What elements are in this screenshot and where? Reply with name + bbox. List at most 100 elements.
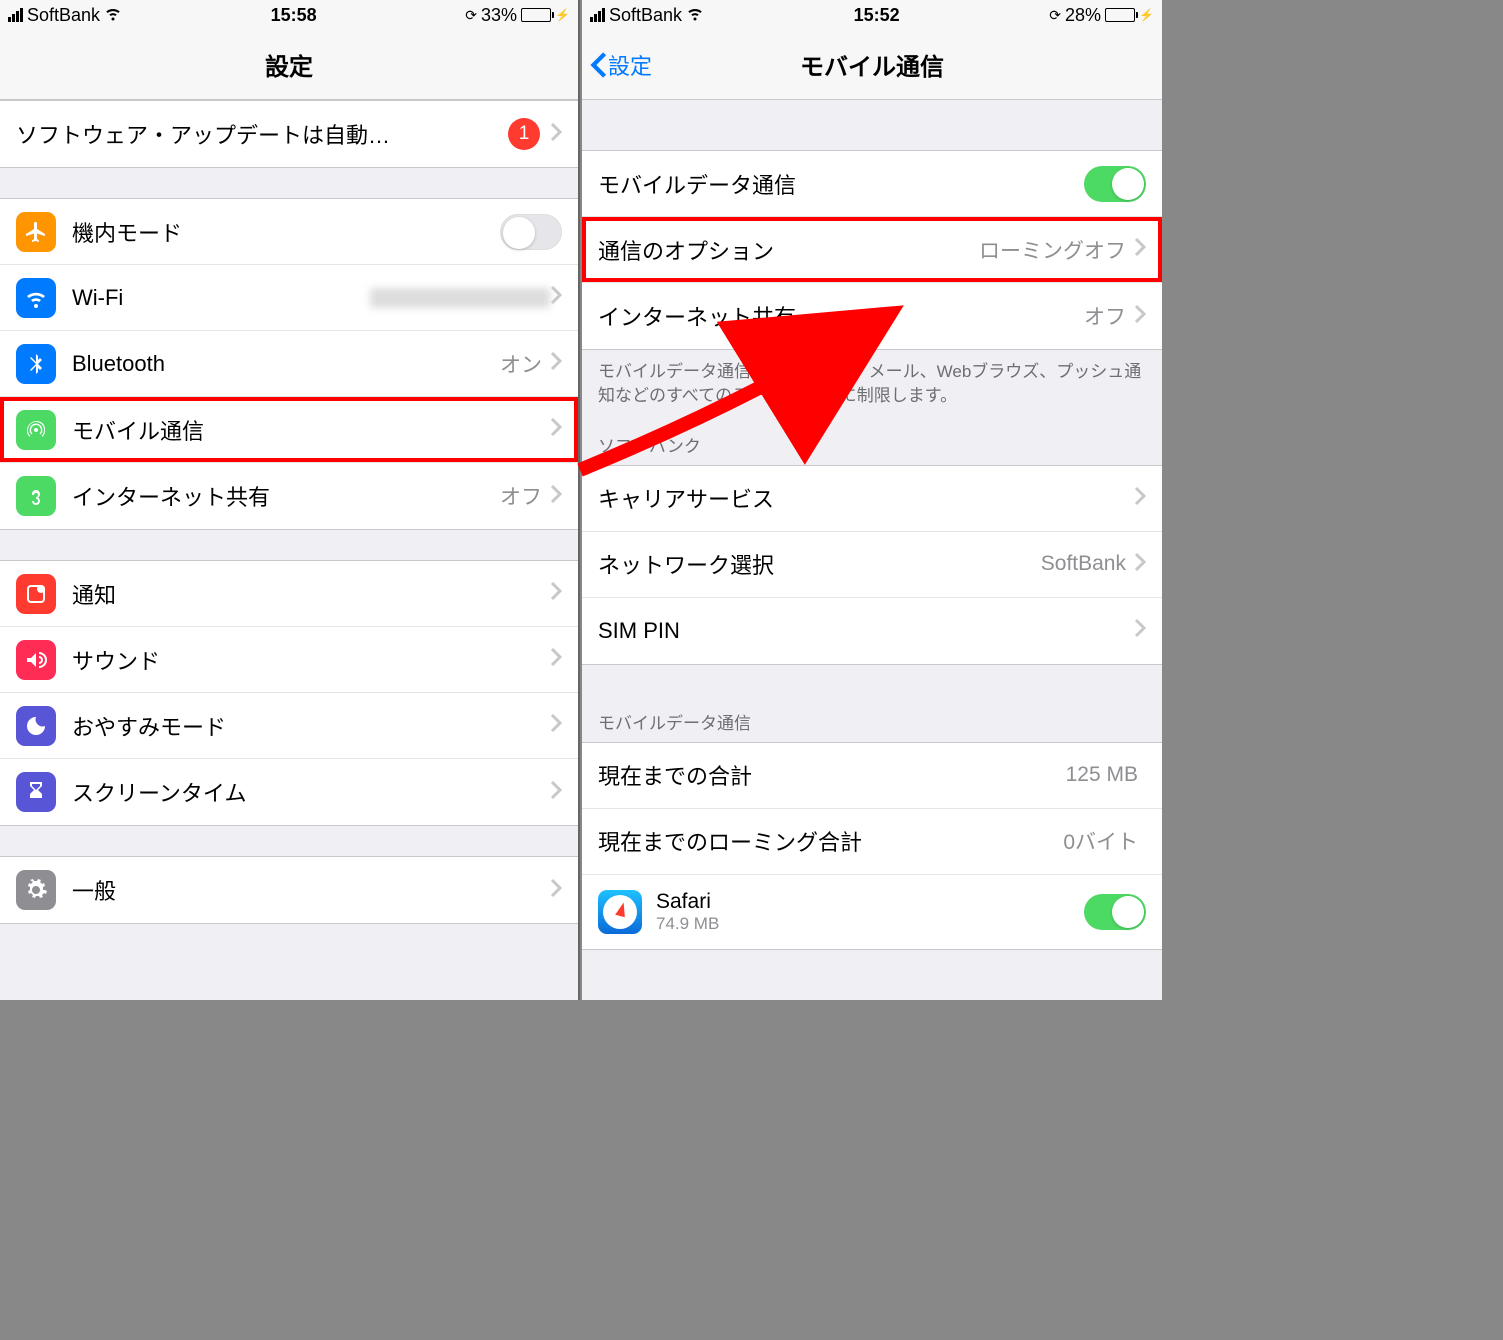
chevron-right-icon [1134, 486, 1146, 511]
orientation-lock-icon: ⟳ [1049, 7, 1061, 24]
gear-icon [16, 870, 56, 910]
settings-screen: SoftBank 15:58 ⟳ 33% ⚡ 設定 ソフトウェア・アップデートは… [0, 0, 580, 1000]
airplane-icon [16, 212, 56, 252]
moon-icon [16, 706, 56, 746]
roaming-total-value: 0バイト [1063, 826, 1138, 856]
safari-data-row[interactable]: Safari 74.9 MB [582, 875, 1162, 949]
data-options-value: ローミングオフ [979, 235, 1126, 265]
chevron-right-icon [550, 581, 562, 606]
chevron-right-icon [1134, 552, 1146, 577]
airplane-toggle[interactable] [500, 214, 562, 250]
cellular-row[interactable]: モバイル通信 [0, 397, 578, 463]
chevron-right-icon [1134, 304, 1146, 329]
total-data-value: 125 MB [1066, 763, 1138, 787]
sound-label: サウンド [72, 644, 550, 676]
clock-label: 15:52 [854, 5, 900, 26]
sound-icon [16, 640, 56, 680]
battery-icon [1105, 8, 1135, 22]
wifi-status-icon [104, 4, 122, 27]
cellular-label: モバイル通信 [72, 414, 550, 446]
screentime-label: スクリーンタイム [72, 776, 550, 808]
roaming-total-row: 現在までのローミング合計 0バイト [582, 809, 1162, 875]
hotspot-row[interactable]: インターネット共有 オフ [0, 463, 578, 529]
chevron-right-icon [550, 647, 562, 672]
page-title: 設定 [265, 47, 313, 82]
hourglass-icon [16, 772, 56, 812]
general-row[interactable]: 一般 [0, 857, 578, 923]
notifications-icon [16, 574, 56, 614]
total-data-row: 現在までの合計 125 MB [582, 743, 1162, 809]
nav-bar: 設定 [0, 30, 578, 100]
chevron-right-icon [550, 351, 562, 376]
chevron-right-icon [550, 285, 562, 310]
section-header-softbank: ソフトバンク [582, 418, 1162, 465]
mobile-data-row[interactable]: モバイルデータ通信 [582, 151, 1162, 217]
chevron-right-icon [550, 878, 562, 903]
bluetooth-row[interactable]: Bluetooth オン [0, 331, 578, 397]
hotspot-value: オフ [500, 481, 542, 511]
wifi-value-redacted [370, 288, 550, 308]
sound-row[interactable]: サウンド [0, 627, 578, 693]
software-update-label: ソフトウェア・アップデートは自動… [16, 118, 508, 150]
status-bar: SoftBank 15:58 ⟳ 33% ⚡ [0, 0, 578, 30]
cellular-screen: SoftBank 15:52 ⟳ 28% ⚡ 設定 モバイル通信 モバイルデータ… [582, 0, 1162, 1000]
chevron-right-icon [550, 780, 562, 805]
hotspot-value: オフ [1084, 301, 1126, 331]
chevron-right-icon [550, 484, 562, 509]
status-bar: SoftBank 15:52 ⟳ 28% ⚡ [582, 0, 1162, 30]
mobile-data-toggle[interactable] [1084, 166, 1146, 202]
software-update-row[interactable]: ソフトウェア・アップデートは自動… 1 [0, 101, 578, 167]
dnd-label: おやすみモード [72, 710, 550, 742]
screentime-row[interactable]: スクリーンタイム [0, 759, 578, 825]
safari-icon [598, 890, 642, 934]
back-label: 設定 [608, 49, 652, 81]
footer-note: モバイルデータ通信をオフにして、メール、Webブラウズ、プッシュ通知などのすべて… [582, 350, 1162, 418]
safari-label: Safari [656, 890, 719, 914]
carrier-label: SoftBank [609, 5, 682, 26]
general-label: 一般 [72, 874, 550, 906]
network-selection-value: SoftBank [1041, 552, 1126, 576]
clock-label: 15:58 [271, 5, 317, 26]
safari-data-value: 74.9 MB [656, 914, 719, 934]
airplane-label: 機内モード [72, 216, 500, 248]
notifications-label: 通知 [72, 578, 550, 610]
total-data-label: 現在までの合計 [598, 759, 1066, 791]
signal-icon [8, 8, 23, 22]
chevron-right-icon [1134, 618, 1146, 643]
sim-pin-label: SIM PIN [598, 618, 1134, 644]
chevron-right-icon [550, 417, 562, 442]
notifications-row[interactable]: 通知 [0, 561, 578, 627]
carrier-label: SoftBank [27, 5, 100, 26]
bluetooth-value: オン [500, 349, 542, 379]
network-selection-label: ネットワーク選択 [598, 548, 1041, 580]
data-options-label: 通信のオプション [598, 234, 979, 266]
carrier-services-label: キャリアサービス [598, 482, 1134, 514]
page-title: モバイル通信 [800, 47, 944, 82]
airplane-mode-row[interactable]: 機内モード [0, 199, 578, 265]
bluetooth-label: Bluetooth [72, 351, 500, 377]
sim-pin-row[interactable]: SIM PIN [582, 598, 1162, 664]
safari-data-toggle[interactable] [1084, 894, 1146, 930]
network-selection-row[interactable]: ネットワーク選択 SoftBank [582, 532, 1162, 598]
wifi-row[interactable]: Wi-Fi [0, 265, 578, 331]
charging-icon: ⚡ [1139, 8, 1154, 22]
bluetooth-icon [16, 344, 56, 384]
hotspot-icon [16, 476, 56, 516]
back-button[interactable]: 設定 [590, 49, 652, 81]
wifi-label: Wi-Fi [72, 285, 370, 311]
wifi-icon [16, 278, 56, 318]
battery-percent: 33% [481, 5, 517, 26]
mobile-data-label: モバイルデータ通信 [598, 168, 1084, 200]
section-header-data: モバイルデータ通信 [582, 695, 1162, 742]
signal-icon [590, 8, 605, 22]
wifi-status-icon [686, 4, 704, 27]
carrier-services-row[interactable]: キャリアサービス [582, 466, 1162, 532]
hotspot-row[interactable]: インターネット共有 オフ [582, 283, 1162, 349]
data-options-row[interactable]: 通信のオプション ローミングオフ [582, 217, 1162, 283]
nav-bar: 設定 モバイル通信 [582, 30, 1162, 100]
chevron-right-icon [550, 122, 562, 147]
chevron-right-icon [550, 713, 562, 738]
chevron-right-icon [1134, 237, 1146, 262]
hotspot-label: インターネット共有 [598, 300, 1084, 332]
dnd-row[interactable]: おやすみモード [0, 693, 578, 759]
